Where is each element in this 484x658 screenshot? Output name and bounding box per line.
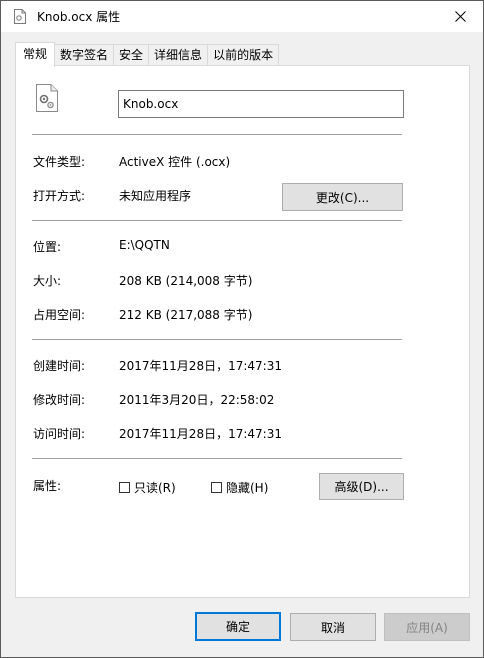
opens-with-value: 未知应用程序 (119, 189, 192, 203)
tab-strip: 常规 数字签名 安全 详细信息 以前的版本 (15, 42, 280, 67)
size-label: 大小: (33, 274, 62, 288)
hidden-checkbox[interactable]: 隐藏(H) (211, 479, 268, 496)
attributes-label: 属性: (33, 479, 62, 493)
separator (32, 220, 402, 221)
accessed-value: 2017年11月28日，17:47:31 (119, 427, 282, 441)
file-type-label: 文件类型: (33, 155, 86, 169)
opens-with-label: 打开方式: (33, 189, 86, 203)
cancel-button[interactable]: 取消 (290, 613, 376, 641)
window-title: Knob.ocx 属性 (37, 10, 121, 24)
activex-file-icon (35, 84, 59, 112)
properties-dialog: Knob.ocx 属性 常规 数字签名 安全 详细信息 以前的版本 Knob.o… (0, 0, 484, 658)
size-on-disk-label: 占用空间: (33, 308, 86, 322)
separator (32, 134, 402, 135)
general-panel (15, 65, 470, 598)
accessed-label: 访问时间: (33, 427, 86, 441)
modified-label: 修改时间: (33, 393, 86, 407)
tab-digital-signatures[interactable]: 数字签名 (54, 44, 115, 66)
tab-general[interactable]: 常规 (15, 42, 56, 67)
location-value: E:\QQTN (119, 238, 170, 252)
created-label: 创建时间: (33, 359, 86, 373)
tab-previous-versions[interactable]: 以前的版本 (207, 44, 280, 66)
file-name-field[interactable]: Knob.ocx (118, 90, 404, 118)
readonly-label: 只读(R) (134, 481, 176, 495)
size-value: 208 KB (214,008 字节) (119, 274, 253, 288)
title-bar: Knob.ocx 属性 (1, 1, 483, 32)
size-on-disk-value: 212 KB (217,088 字节) (119, 308, 253, 322)
readonly-checkbox[interactable]: 只读(R) (119, 479, 176, 496)
modified-value: 2011年3月20日，22:58:02 (119, 393, 275, 407)
apply-button[interactable]: 应用(A) (384, 613, 470, 641)
location-label: 位置: (33, 240, 62, 254)
close-icon (454, 11, 466, 22)
change-button[interactable]: 更改(C)... (282, 183, 403, 211)
advanced-button[interactable]: 高级(D)... (319, 473, 404, 500)
file-type-value: ActiveX 控件 (.ocx) (119, 155, 231, 169)
tab-details[interactable]: 详细信息 (148, 44, 209, 66)
checkbox-box[interactable] (119, 482, 130, 493)
checkbox-box[interactable] (211, 482, 222, 493)
close-button[interactable] (437, 1, 483, 32)
file-icon (14, 9, 26, 24)
separator (32, 458, 402, 459)
hidden-label: 隐藏(H) (226, 481, 269, 495)
ok-button[interactable]: 确定 (195, 612, 281, 641)
created-value: 2017年11月28日，17:47:31 (119, 359, 282, 373)
separator (32, 339, 402, 340)
tab-security[interactable]: 安全 (113, 44, 150, 66)
